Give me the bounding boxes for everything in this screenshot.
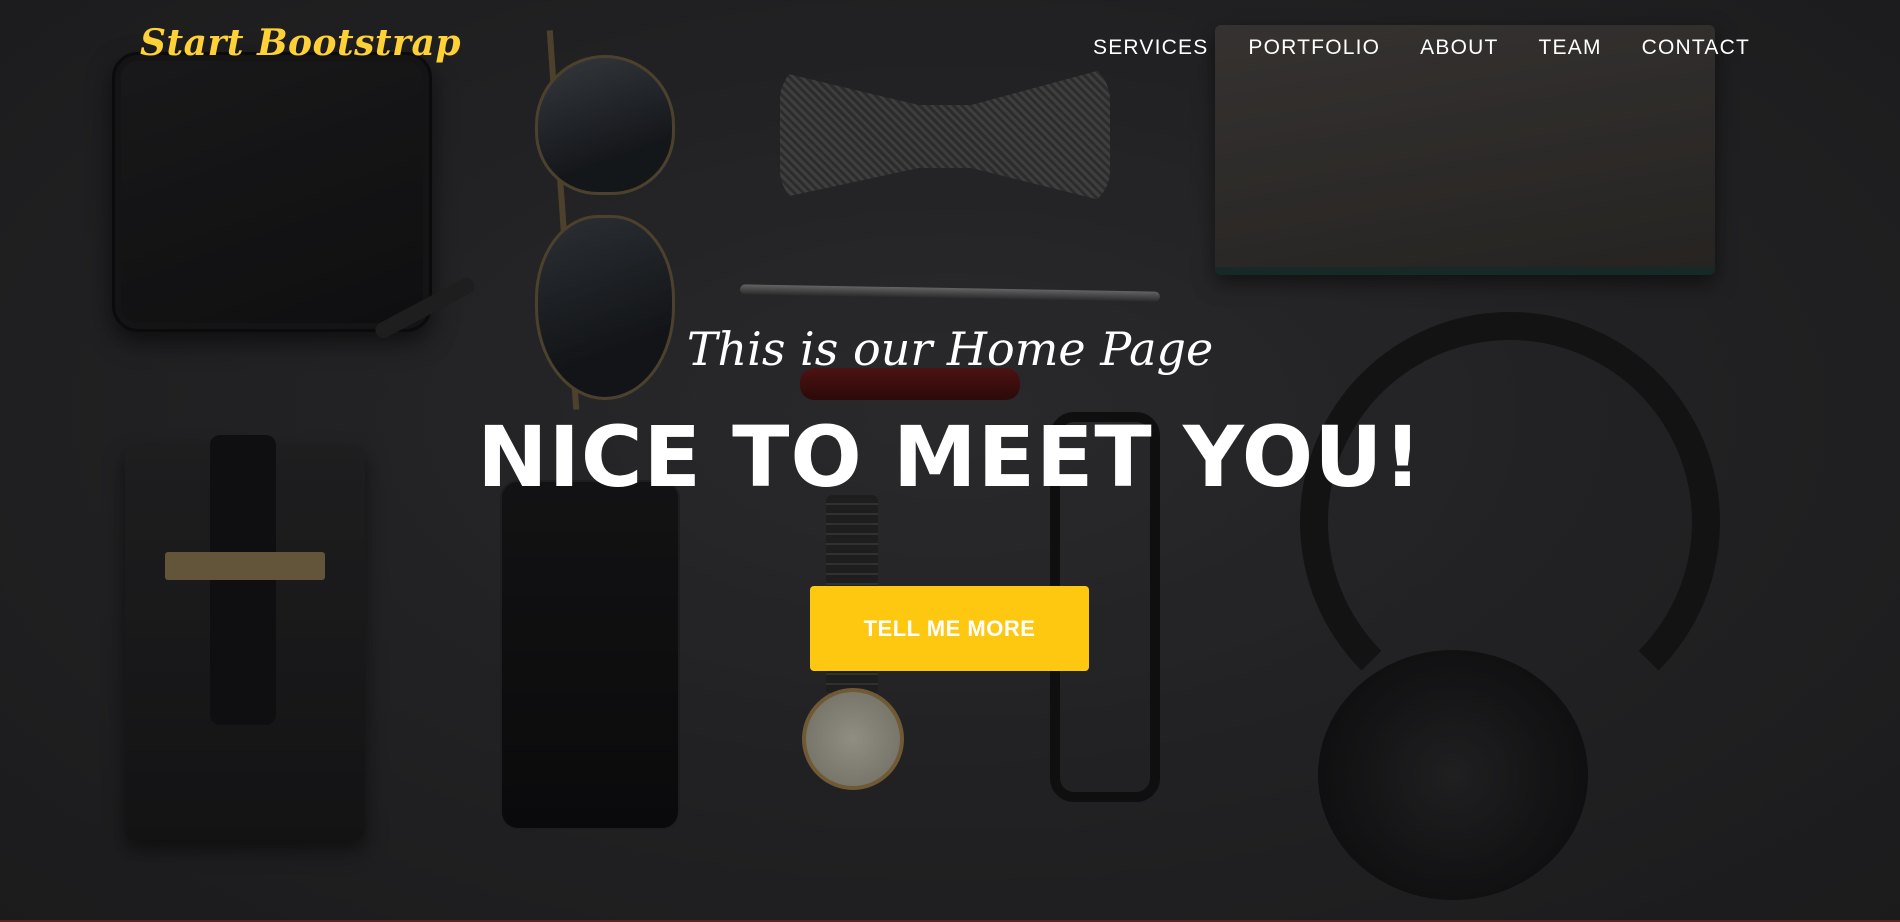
nav-link-team[interactable]: TEAM [1539,36,1602,60]
nav-link-about[interactable]: ABOUT [1420,36,1498,60]
hero-subheading: This is our Home Page [686,322,1214,376]
hero-heading: NICE TO MEET YOU! [477,408,1423,506]
main-nav: SERVICES PORTFOLIO ABOUT TEAM CONTACT [1093,36,1750,60]
tell-me-more-button[interactable]: TELL ME MORE [810,586,1089,671]
nav-link-portfolio[interactable]: PORTFOLIO [1248,36,1380,60]
hero-section: Start Bootstrap SERVICES PORTFOLIO ABOUT… [0,0,1900,922]
nav-link-contact[interactable]: CONTACT [1642,36,1750,60]
nav-link-services[interactable]: SERVICES [1093,36,1208,60]
navbar-brand[interactable]: Start Bootstrap [140,22,461,64]
